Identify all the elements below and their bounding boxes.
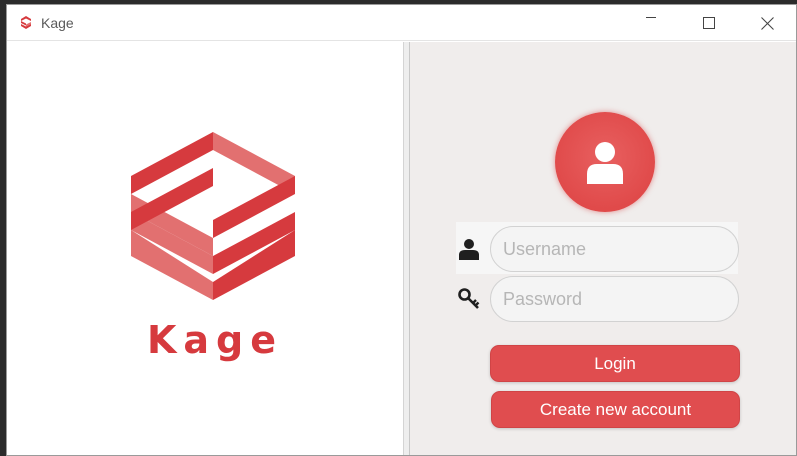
branding-panel: Kage	[7, 42, 403, 455]
minimize-button[interactable]	[622, 5, 680, 41]
window-title: Kage	[41, 15, 74, 31]
create-account-button[interactable]: Create new account	[491, 391, 740, 428]
app-window: Kage Kage Username Login Create new acco…	[6, 4, 797, 456]
user-avatar-icon	[587, 142, 623, 184]
kage-logo	[131, 132, 295, 300]
maximize-button[interactable]	[680, 5, 738, 41]
user-icon	[459, 239, 479, 260]
minimize-icon	[646, 17, 656, 18]
key-icon	[458, 288, 480, 309]
close-button[interactable]	[738, 5, 796, 41]
title-bar[interactable]: Kage	[7, 5, 796, 41]
pane-splitter[interactable]	[403, 42, 410, 455]
maximize-icon	[703, 17, 715, 29]
username-input[interactable]	[490, 226, 739, 272]
user-avatar	[555, 112, 655, 212]
kage-logo-icon	[21, 16, 31, 29]
login-panel: Login Create new account	[410, 42, 796, 455]
brand-name: Kage	[146, 318, 284, 362]
close-icon	[760, 16, 774, 30]
login-button[interactable]: Login	[490, 345, 740, 382]
password-input[interactable]	[490, 276, 739, 322]
